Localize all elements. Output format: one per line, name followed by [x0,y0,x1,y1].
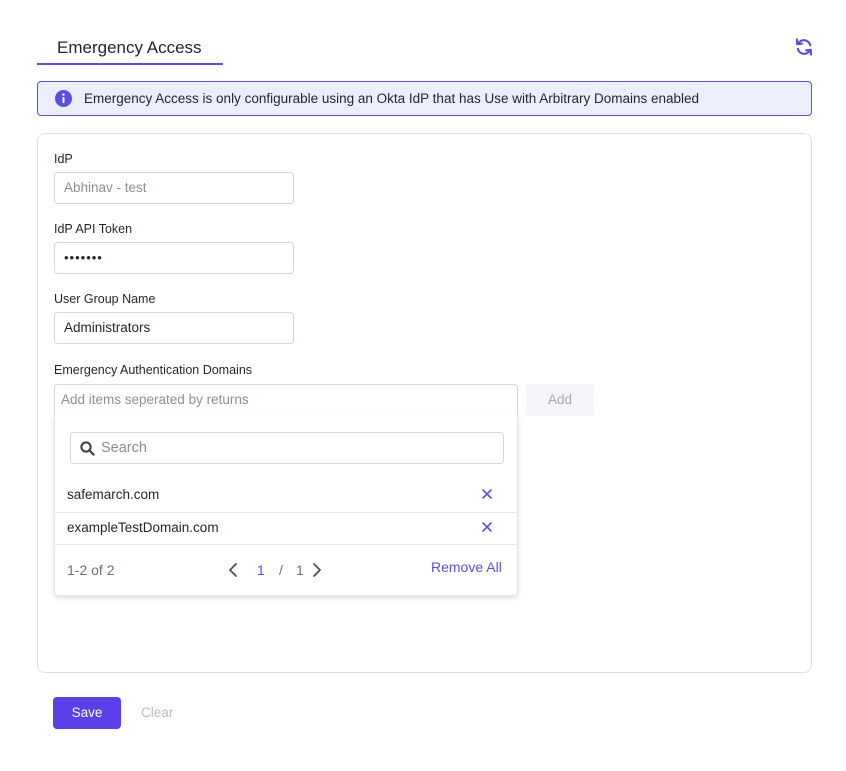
banner-text: Emergency Access is only configurable us… [84,91,700,106]
remove-all-button[interactable]: Remove All [431,559,502,575]
search-placeholder: Search [101,440,147,456]
domains-dropdown: Search safemarch.com exampleTestDomain.c… [54,415,518,596]
group-name-field[interactable]: Administrators [54,312,294,344]
domains-input[interactable]: Add items seperated by returns [54,384,518,416]
pagination-separator: / [279,562,283,578]
tab-emergency-access[interactable]: Emergency Access [37,30,223,65]
info-banner: Emergency Access is only configurable us… [37,81,812,116]
emergency-access-page: Emergency Access Emergency Access is onl… [0,0,846,771]
pagination-total-pages: 1 [296,562,304,578]
search-icon [80,441,95,456]
domain-item-text: exampleTestDomain.com [67,520,219,535]
clear-button[interactable]: Clear [141,705,173,720]
domains-placeholder: Add items seperated by returns [61,392,249,407]
idp-field[interactable]: Abhinav - test [54,172,294,204]
api-token-value: ••••••• [64,250,103,265]
idp-placeholder: Abhinav - test [64,180,147,195]
domains-label: Emergency Authentication Domains [54,363,253,377]
close-icon[interactable] [481,521,493,533]
chevron-right-icon[interactable] [311,562,323,578]
tab-label: Emergency Access [57,38,202,57]
save-button[interactable]: Save [53,697,121,729]
idp-label: IdP [54,152,73,166]
close-icon[interactable] [481,488,493,500]
chevron-left-icon[interactable] [227,562,239,578]
api-token-field[interactable]: ••••••• [54,242,294,274]
pagination-current-page[interactable]: 1 [257,562,265,578]
refresh-icon[interactable] [794,37,814,57]
info-icon [55,90,72,107]
group-name-label: User Group Name [54,292,156,306]
add-button[interactable]: Add [526,384,594,416]
group-name-value: Administrators [64,320,151,335]
search-input[interactable]: Search [70,432,504,464]
divider [55,544,517,545]
list-item: exampleTestDomain.com [55,512,517,544]
pagination-count: 1-2 of 2 [67,562,115,578]
list-item: safemarch.com [55,479,517,511]
domain-item-text: safemarch.com [67,487,160,502]
api-token-label: IdP API Token [54,222,133,236]
